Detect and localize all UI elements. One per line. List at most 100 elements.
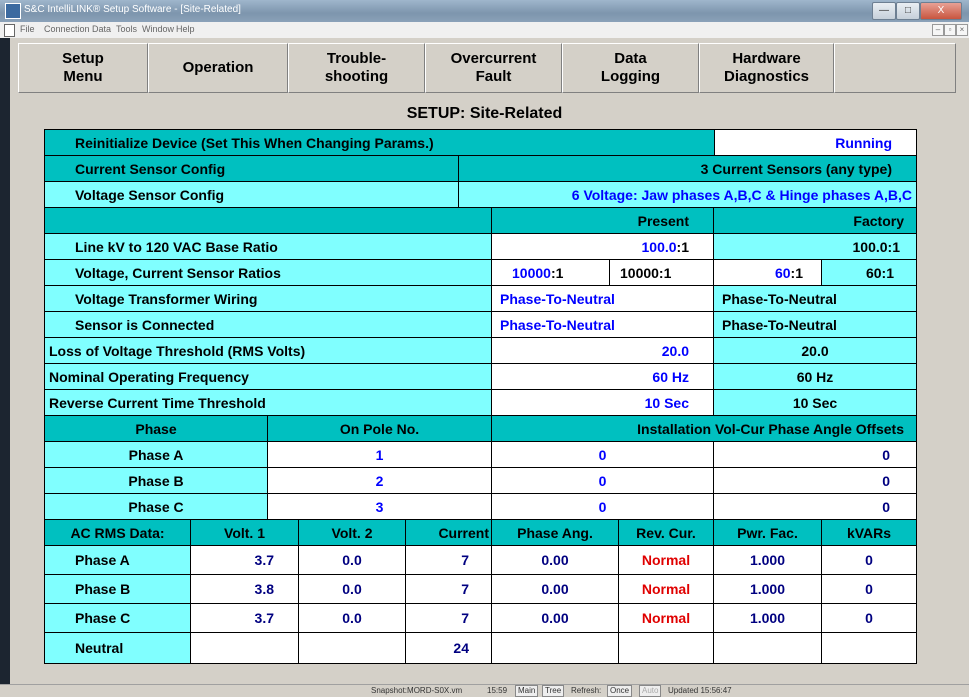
sensor-connected-factory: Phase-To-Neutral [714, 312, 916, 337]
nav-troubleshooting[interactable]: Trouble-shooting [288, 43, 425, 93]
ac-row-name: Phase C [45, 604, 190, 632]
mdi-close-icon[interactable]: × [956, 24, 968, 36]
sensor-connected-present[interactable]: Phase-To-Neutral [492, 312, 713, 337]
nav-label: Hardware [732, 50, 801, 67]
nav-overcurrent-fault[interactable]: Overcurrent Fault [425, 43, 562, 93]
reverse-current-label: Reverse Current Time Threshold [45, 390, 491, 415]
nav-label: Data [614, 50, 647, 67]
reinit-value[interactable]: Running [715, 130, 916, 155]
ac-pwr-fac [714, 633, 821, 663]
title-bar: S&C IntelliLINK® Setup Software - [Site-… [0, 0, 969, 22]
frequency-present[interactable]: 60 Hz [492, 364, 713, 389]
phase-c-pole[interactable]: 3 [268, 494, 491, 519]
ac-pwr-fac: 1.000 [714, 575, 821, 603]
ac-header-kvars: kVARs [822, 520, 916, 545]
phase-b-offset-1[interactable]: 0 [492, 468, 713, 493]
phase-c-offset-1[interactable]: 0 [492, 494, 713, 519]
menu-window[interactable]: Window [142, 24, 174, 34]
ac-kvars: 0 [822, 575, 916, 603]
maximize-button[interactable]: □ [896, 2, 920, 20]
ac-rev-cur: Normal [619, 546, 713, 574]
voltage-ratio-present-value: 10000 [512, 264, 551, 281]
nav-label: Fault [475, 68, 512, 85]
page-title: SETUP: Site-Related [406, 105, 563, 122]
line-kv-present-value: 100.0 [641, 238, 677, 255]
ac-phase-angle: 0.00 [492, 604, 618, 632]
menu-data[interactable]: Data [92, 24, 111, 34]
pole-header: On Pole No. [268, 416, 491, 441]
menu-file[interactable]: File [20, 24, 35, 34]
lov-threshold-present[interactable]: 20.0 [492, 338, 713, 363]
nav-hardware-diagnostics[interactable]: Hardware Diagnostics [699, 43, 834, 93]
nav-setup-menu[interactable]: Setup Menu [18, 43, 148, 93]
minimize-button[interactable]: — [872, 2, 896, 20]
menu-tools[interactable]: Tools [116, 24, 137, 34]
ac-row-name: Phase A [45, 546, 190, 574]
ac-kvars: 0 [822, 546, 916, 574]
ac-volt1: 3.7 [191, 546, 298, 574]
frequency-label: Nominal Operating Frequency [45, 364, 491, 389]
voltage-ratio-present[interactable]: 10000:1 [492, 260, 609, 285]
reverse-current-present[interactable]: 10 Sec [492, 390, 713, 415]
ac-header-volt2: Volt. 2 [299, 520, 405, 545]
phase-b-offset-2: 0 [714, 468, 916, 493]
voltage-ratio-factory-value: 60 [774, 264, 791, 281]
refresh-auto-button[interactable]: Auto [639, 685, 662, 697]
nav-bar: Setup Menu Operation Trouble-shooting Ove… [12, 41, 962, 99]
line-kv-factory: 100.0:1 [714, 234, 916, 259]
vt-wiring-factory: Phase-To-Neutral [714, 286, 916, 311]
current-ratio-factory: 60:1 [822, 260, 916, 285]
status-bar: Snapshot:MORD-S0X.vm 15:59 Main Tree Ref… [0, 684, 969, 697]
close-button[interactable]: X [920, 2, 962, 20]
ac-current: 7 [406, 604, 491, 632]
line-kv-present[interactable]: 100.0:1 [492, 234, 713, 259]
menu-connection[interactable]: Connection [44, 24, 90, 34]
phase-a-offset-1[interactable]: 0 [492, 442, 713, 467]
ac-rev-cur [619, 633, 713, 663]
nav-data-logging[interactable]: Data Logging [562, 43, 699, 93]
ac-header-current: Current [406, 520, 491, 545]
nav-operation[interactable]: Operation [148, 43, 288, 93]
phase-c-label: Phase C [45, 494, 267, 519]
phase-a-pole[interactable]: 1 [268, 442, 491, 467]
mdi-minimize-icon[interactable]: – [932, 24, 944, 36]
nav-label: shooting [324, 68, 389, 85]
ac-volt2: 0.0 [299, 575, 405, 603]
voltage-ratio-factory[interactable]: 60:1 [714, 260, 821, 285]
menu-help[interactable]: Help [176, 24, 195, 34]
sensor-ratios-label: Voltage, Current Sensor Ratios [45, 260, 491, 285]
ac-rev-cur: Normal [619, 604, 713, 632]
voltage-sensor-config-value[interactable]: 6 Voltage: Jaw phases A,B,C & Hinge phas… [459, 182, 916, 207]
refresh-once-button[interactable]: Once [607, 685, 633, 697]
current-ratio-present: 10000:1 [610, 260, 713, 285]
current-sensor-config-value[interactable]: 3 Current Sensors (any type) [459, 156, 916, 181]
present-header: Present [492, 208, 713, 233]
reverse-current-factory: 10 Sec [714, 390, 916, 415]
ac-pwr-fac: 1.000 [714, 604, 821, 632]
refresh-label: Refresh: [571, 686, 602, 695]
current-sensor-config-label: Current Sensor Config [45, 156, 458, 181]
main-button[interactable]: Main [515, 685, 539, 697]
snapshot-label: Snapshot:MORD-S0X.vm [371, 686, 463, 695]
vt-wiring-present[interactable]: Phase-To-Neutral [492, 286, 713, 311]
ac-row-name: Phase B [45, 575, 190, 603]
ac-volt2: 0.0 [299, 546, 405, 574]
nav-blank-button[interactable] [834, 43, 956, 93]
lov-threshold-label: Loss of Voltage Threshold (RMS Volts) [45, 338, 491, 363]
app-icon [5, 3, 21, 19]
ac-volt1 [191, 633, 298, 663]
phase-b-label: Phase B [45, 468, 267, 493]
phase-b-pole[interactable]: 2 [268, 468, 491, 493]
mdi-restore-icon[interactable]: ▫ [944, 24, 956, 36]
nav-label: Operation [182, 59, 254, 76]
ac-kvars [822, 633, 916, 663]
document-icon [4, 24, 15, 37]
ac-header-name: AC RMS Data: [45, 520, 190, 545]
tree-button[interactable]: Tree [542, 685, 565, 697]
phase-a-offset-2: 0 [714, 442, 916, 467]
menu-bar: File Connection Data Tools Window Help –… [0, 22, 969, 39]
nav-label: Diagnostics [723, 68, 810, 85]
ac-pwr-fac: 1.000 [714, 546, 821, 574]
sensor-connected-label: Sensor is Connected [45, 312, 491, 337]
updated-time: Updated 15:56:47 [668, 686, 732, 695]
